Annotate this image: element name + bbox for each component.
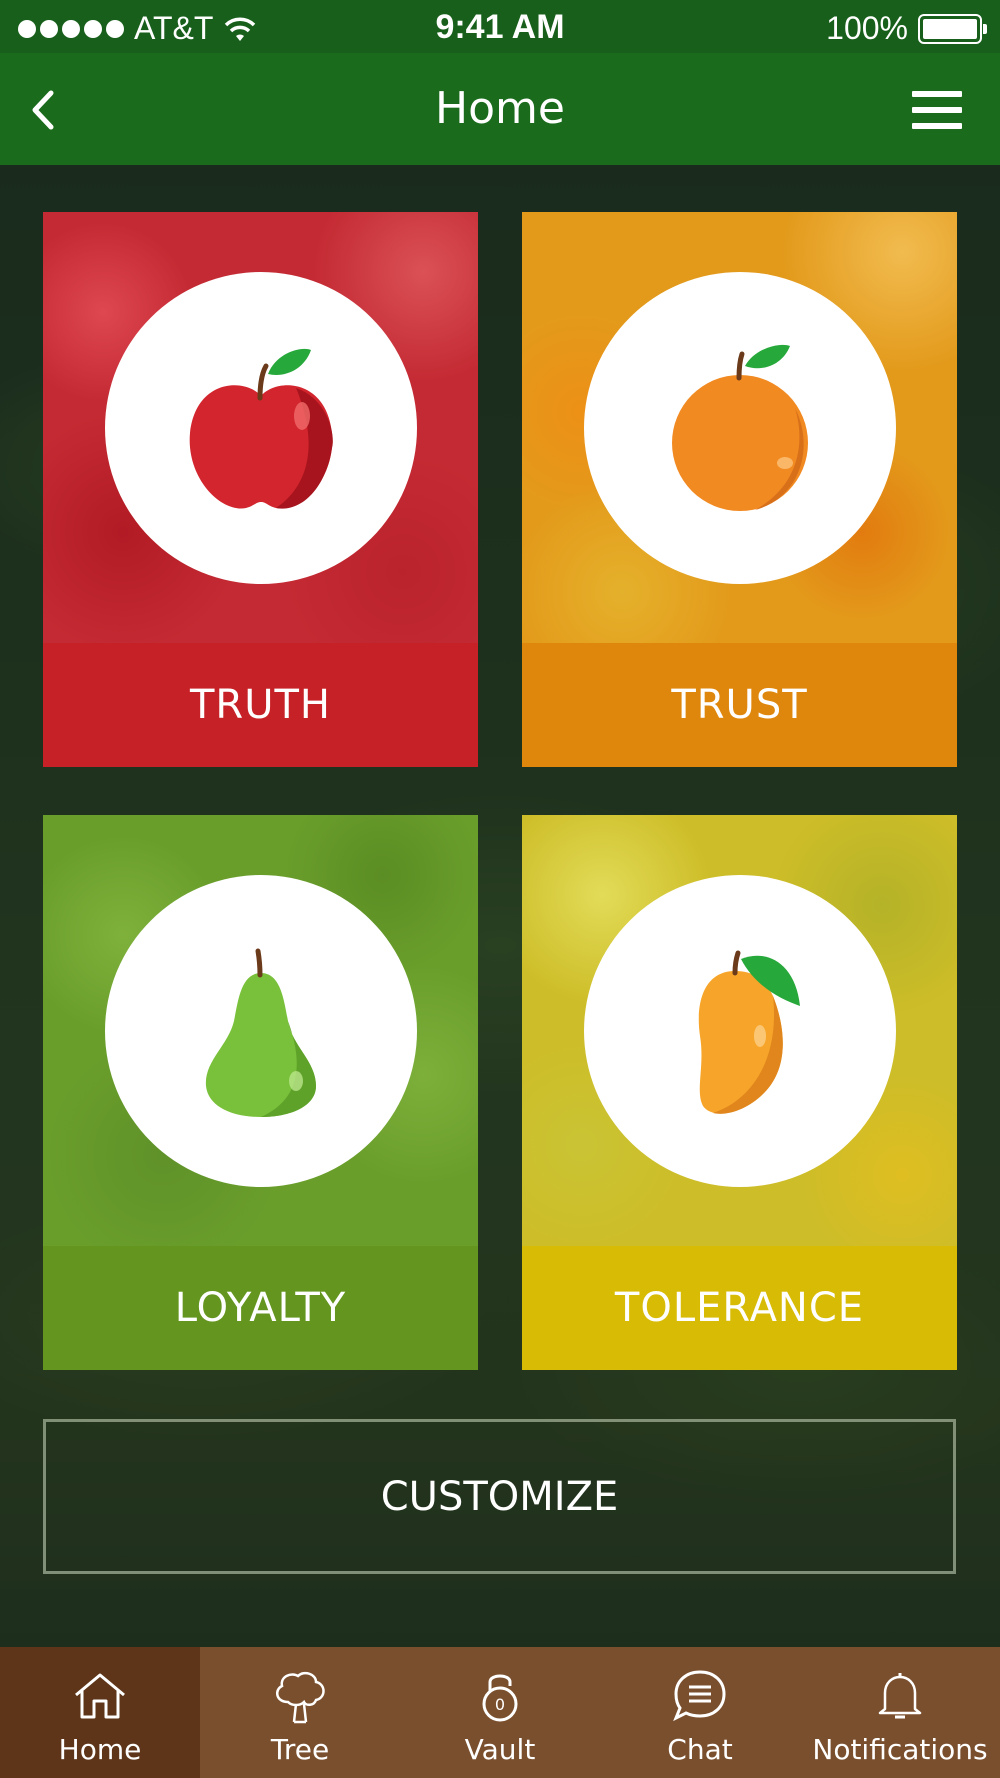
apple-icon xyxy=(189,348,333,509)
menu-line xyxy=(912,123,962,129)
icon-circle xyxy=(105,272,417,584)
tile-label: LOYALTY xyxy=(43,1246,478,1370)
tab-label: Vault xyxy=(464,1733,536,1766)
vault-count: 0 xyxy=(495,1695,505,1714)
tile-label: TRUST xyxy=(522,643,957,767)
status-right: 100% xyxy=(826,10,987,47)
pear-icon xyxy=(205,948,316,1117)
bell-icon xyxy=(870,1669,930,1723)
tree-icon xyxy=(270,1669,330,1724)
tab-bar: Home Tree 0 Vault Chat Notifications xyxy=(0,1647,1000,1778)
tab-notifications[interactable]: Notifications xyxy=(800,1647,1000,1778)
hamburger-menu-button[interactable] xyxy=(912,91,962,129)
orange-icon xyxy=(672,344,808,511)
chat-bubble-icon xyxy=(670,1669,730,1723)
menu-line xyxy=(912,91,962,97)
icon-circle xyxy=(584,272,896,584)
tab-tree[interactable]: Tree xyxy=(200,1647,400,1778)
tab-label: Notifications xyxy=(812,1733,988,1766)
tab-vault[interactable]: 0 Vault xyxy=(400,1647,600,1778)
tab-label: Tree xyxy=(270,1733,330,1766)
icon-circle xyxy=(584,875,896,1187)
tile-loyalty[interactable]: LOYALTY xyxy=(43,815,478,1370)
status-bar: AT&T 9:41 AM 100% xyxy=(0,0,1000,53)
tab-label: Chat xyxy=(667,1733,733,1766)
menu-line xyxy=(912,107,962,113)
lock-icon: 0 xyxy=(470,1669,530,1723)
tile-truth[interactable]: TRUTH xyxy=(43,212,478,767)
customize-button[interactable]: CUSTOMIZE xyxy=(43,1419,956,1574)
nav-bar: Home xyxy=(0,53,1000,165)
tile-tolerance[interactable]: TOLERANCE xyxy=(522,815,957,1370)
icon-circle xyxy=(105,875,417,1187)
tile-trust[interactable]: TRUST xyxy=(522,212,957,767)
page-title: Home xyxy=(435,83,565,134)
battery-icon xyxy=(918,13,987,44)
tile-label: TOLERANCE xyxy=(522,1246,957,1370)
mango-icon xyxy=(698,950,800,1114)
battery-percent: 100% xyxy=(826,10,908,46)
tile-label: TRUTH xyxy=(43,643,478,767)
tab-chat[interactable]: Chat xyxy=(600,1647,800,1778)
tab-home[interactable]: Home xyxy=(0,1647,200,1778)
tab-label: Home xyxy=(58,1733,142,1766)
house-icon xyxy=(70,1669,130,1723)
